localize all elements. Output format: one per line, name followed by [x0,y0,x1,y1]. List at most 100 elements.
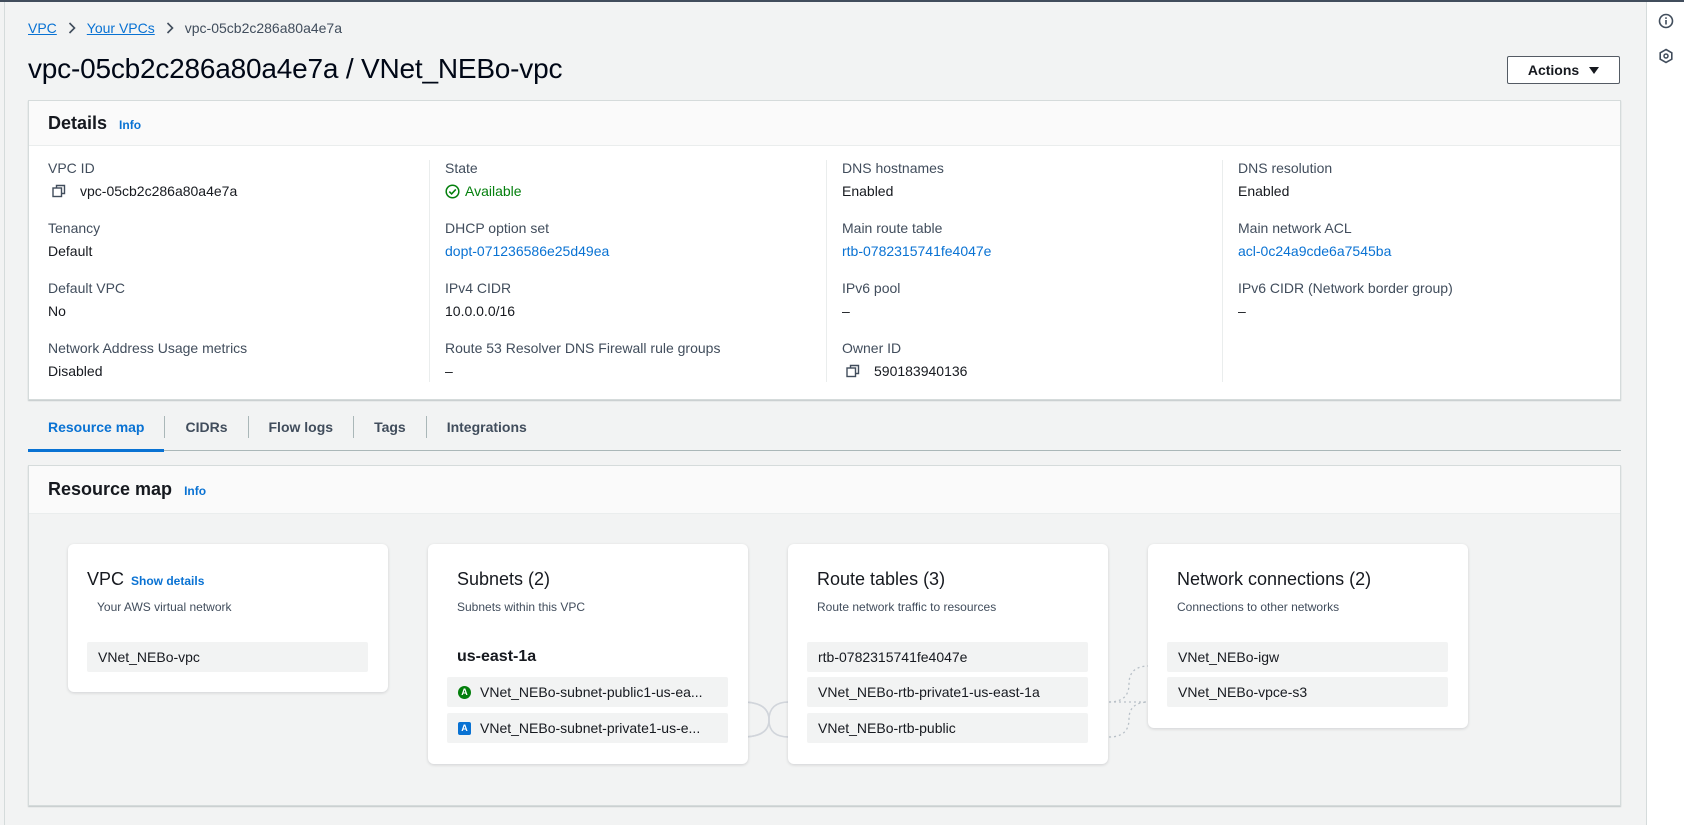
field-value: Enabled [1238,183,1290,199]
field-ipv6-cidr: IPv6 CIDR (Network border group) – [1238,280,1453,319]
actions-button[interactable]: Actions [1507,56,1620,84]
vpc-card: VPC Show details Your AWS virtual networ… [68,544,388,692]
field-value: vpc-05cb2c286a80a4e7a [80,183,238,199]
field-value: No [48,303,66,319]
field-ipv6-pool: IPv6 pool – [842,280,900,319]
field-label: DHCP option set [445,220,550,236]
field-value: Default [48,243,93,259]
field-state: State Available [445,160,522,199]
field-label: IPv6 pool [842,280,901,296]
status-success-icon [445,183,460,199]
network-connections-card: Network connections (2) Connections to o… [1148,544,1468,728]
resources-hexagon-icon[interactable] [1657,47,1675,65]
tab-cidrs[interactable]: CIDRs [165,404,247,450]
column-divider [1222,160,1223,382]
public-subnet-icon: A [458,685,471,699]
route-tables-card-title: Route tables (3) [817,569,946,589]
breadcrumb-vpc[interactable]: VPC [28,20,57,36]
subnet-item[interactable]: A VNet_NEBo-subnet-private1-us-e... [447,713,728,743]
field-dhcp: DHCP option set dopt-071236586e25d49ea [445,220,609,259]
network-connection-item[interactable]: VNet_NEBo-igw [1167,642,1448,672]
dhcp-option-link[interactable]: dopt-071236586e25d49ea [445,243,609,259]
subnet-label: VNet_NEBo-subnet-public1-us-ea... [480,684,703,700]
left-border [4,2,5,825]
vpc-item[interactable]: VNet_NEBo-vpc [87,642,368,672]
field-dns-hostnames: DNS hostnames Enabled [842,160,944,199]
field-label: Main network ACL [1238,220,1352,236]
field-label: State [445,160,478,176]
main-network-acl-link[interactable]: acl-0c24a9cde6a7545ba [1238,243,1391,259]
network-card-title: Network connections (2) [1177,569,1372,589]
field-label: Tenancy [48,220,101,236]
subnets-card-title: Subnets (2) [457,569,551,589]
field-value: – [445,363,453,379]
field-label: DNS hostnames [842,160,944,176]
tab-flow-logs[interactable]: Flow logs [249,404,354,450]
tab-tags[interactable]: Tags [354,404,426,450]
field-nau-metrics: Network Address Usage metrics Disabled [48,340,247,379]
caret-down-icon [1589,66,1600,74]
tab-integrations[interactable]: Integrations [427,404,547,450]
field-label: Default VPC [48,280,126,296]
availability-zone-label: us-east-1a [457,648,537,665]
field-default-vpc: Default VPC No [48,280,125,319]
vpc-card-subtitle: Your AWS virtual network [97,600,232,614]
top-border [0,0,1684,2]
field-ipv4-cidr: IPv4 CIDR 10.0.0.0/16 [445,280,515,319]
network-card-subtitle: Connections to other networks [1177,600,1340,614]
column-divider [826,160,827,382]
field-value: Available [465,183,522,199]
chevron-right-icon [67,22,77,34]
field-main-network-acl: Main network ACL acl-0c24a9cde6a7545ba [1238,220,1391,259]
actions-button-label: Actions [1527,62,1580,78]
resource-map-panel: Resource map Info VPC Show details Your … [28,465,1621,806]
field-value: 590183940136 [874,363,968,379]
breadcrumb-current: vpc-05cb2c286a80a4e7a [184,20,343,36]
field-label: DNS resolution [1238,160,1333,176]
field-owner-id: Owner ID 590183940136 [842,340,967,379]
vpc-card-title-row: VPC Show details [87,569,204,590]
column-divider [429,160,430,382]
info-circle-icon[interactable] [1657,12,1675,30]
breadcrumb: VPC Your VPCs vpc-05cb2c286a80a4e7a [28,20,342,36]
field-value: Enabled [842,183,894,199]
resource-map-info-link[interactable]: Info [184,484,206,498]
details-title: Details [48,112,108,133]
route-table-item[interactable]: rtb-0782315741fe4047e [807,642,1088,672]
network-connection-item[interactable]: VNet_NEBo-vpce-s3 [1167,677,1448,707]
route-table-item[interactable]: VNet_NEBo-rtb-public [807,713,1088,743]
tab-resource-map[interactable]: Resource map [28,404,165,452]
right-tools-rail [1646,2,1684,825]
subnets-card-subtitle: Subnets within this VPC [457,600,586,614]
resource-map-header: Resource map Info [29,466,1620,514]
field-label: Network Address Usage metrics [48,340,248,356]
show-details-link[interactable]: Show details [131,574,204,588]
private-subnet-icon: A [458,721,471,735]
copy-icon[interactable] [846,364,860,378]
field-label: IPv6 CIDR (Network border group) [1238,280,1453,296]
chevron-right-icon [165,22,175,34]
details-info-link[interactable]: Info [119,118,141,132]
page-title: vpc-05cb2c286a80a4e7a / VNet_NEBo-vpc [28,53,563,84]
field-label: Route 53 Resolver DNS Firewall rule grou… [445,340,721,356]
resource-map-title: Resource map [48,479,173,499]
field-value-wrap: Available [445,183,522,199]
details-grid: VPC ID vpc-05cb2c286a80a4e7a Tenancy Def… [29,146,1620,399]
resource-map-body: VPC Show details Your AWS virtual networ… [29,514,1620,805]
subnets-card: Subnets (2) Subnets within this VPC us-e… [428,544,748,764]
field-main-route-table: Main route table rtb-0782315741fe4047e [842,220,991,259]
route-tables-card: Route tables (3) Route network traffic t… [788,544,1108,764]
tab-bar: Resource map CIDRs Flow logs Tags Integr… [28,404,1621,452]
details-header: Details Info [29,101,1620,146]
copy-icon[interactable] [52,184,66,198]
field-value: 10.0.0.0/16 [445,303,516,319]
field-label: VPC ID [48,160,95,176]
field-value-wrap: vpc-05cb2c286a80a4e7a [48,183,237,199]
breadcrumb-your-vpcs[interactable]: Your VPCs [87,20,155,36]
details-panel: Details Info VPC ID vpc-05cb2c286a80a4e7… [28,100,1621,400]
main-route-table-link[interactable]: rtb-0782315741fe4047e [842,243,991,259]
route-table-item[interactable]: VNet_NEBo-rtb-private1-us-east-1a [807,677,1088,707]
field-r53-firewall: Route 53 Resolver DNS Firewall rule grou… [445,340,720,379]
field-tenancy: Tenancy Default [48,220,100,259]
subnet-item[interactable]: A VNet_NEBo-subnet-public1-us-ea... [447,677,728,707]
